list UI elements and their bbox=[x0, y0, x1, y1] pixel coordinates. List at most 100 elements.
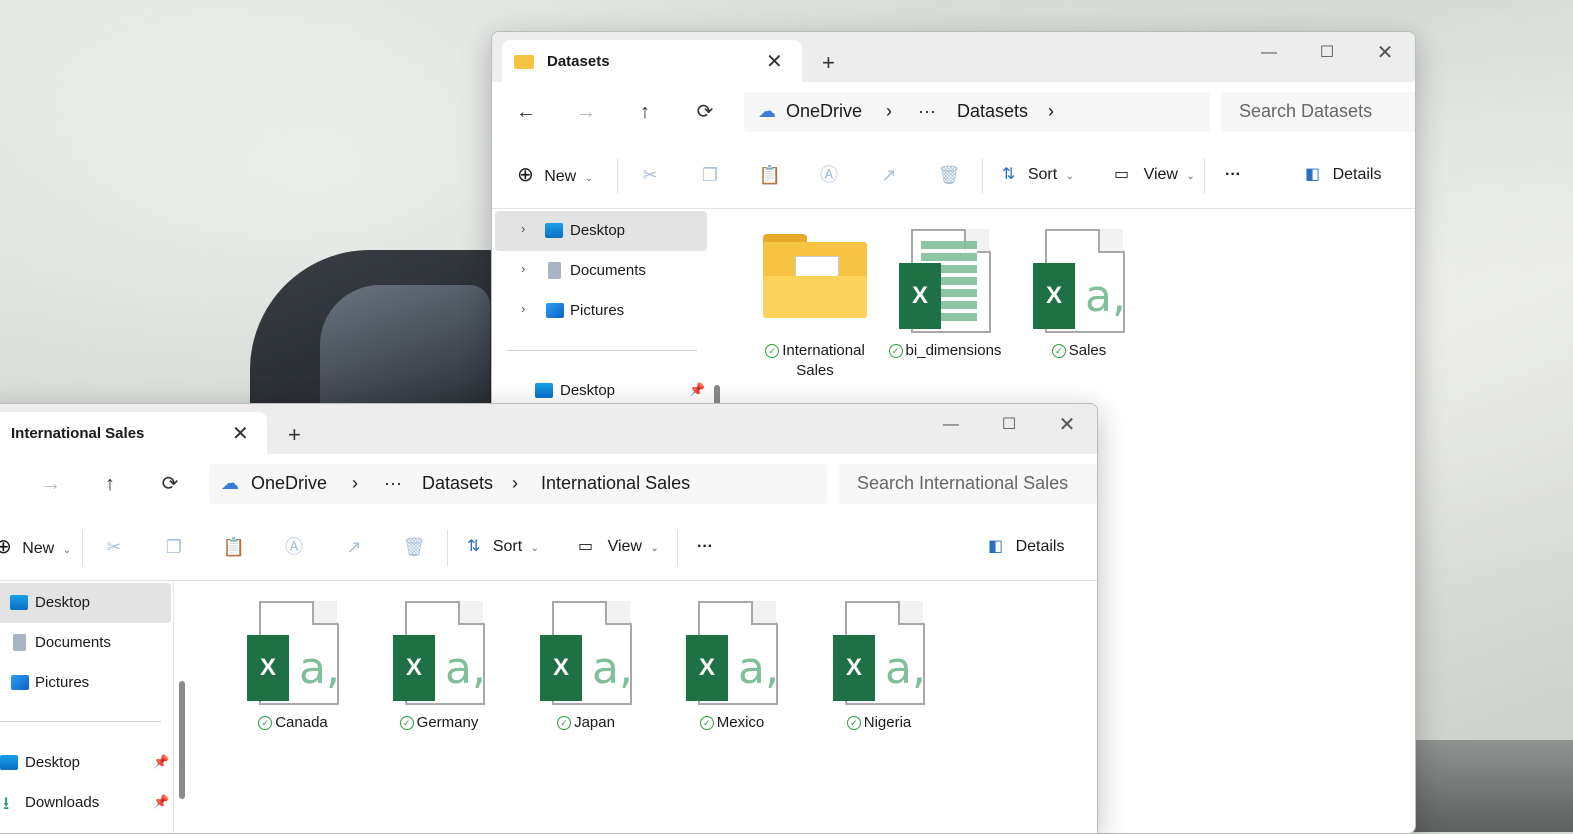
file-item[interactable]: X ✓ bi_dimensions bbox=[885, 229, 1005, 379]
maximize-button[interactable]: ☐ bbox=[1298, 38, 1356, 68]
details-label: Details bbox=[1015, 538, 1065, 555]
folder-front bbox=[763, 276, 867, 318]
tab-international-sales[interactable]: International Sales ✕ bbox=[0, 412, 267, 454]
cut-icon[interactable]: ✂ bbox=[99, 532, 129, 562]
up-button[interactable]: ↑ bbox=[629, 96, 661, 128]
close-tab-icon[interactable]: ✕ bbox=[232, 421, 249, 446]
sidebar-item-pictures[interactable]: › Pictures bbox=[495, 291, 707, 331]
search-input[interactable]: Search International Sales bbox=[839, 464, 1097, 504]
refresh-button[interactable]: ⟳ bbox=[154, 468, 186, 500]
wallpaper-car-window bbox=[320, 285, 490, 405]
quick-access-downloads[interactable]: ⭳ Downloads 📌 bbox=[0, 783, 171, 823]
sort-button[interactable]: ⇅ Sort ⌄ bbox=[467, 532, 539, 562]
details-button[interactable]: ◧ Details bbox=[988, 532, 1064, 562]
close-window-button[interactable]: ✕ bbox=[1038, 410, 1096, 440]
sidebar-item-desktop[interactable]: › Desktop bbox=[495, 211, 707, 251]
chevron-right-icon[interactable]: › bbox=[521, 301, 525, 316]
delete-icon[interactable]: 🗑 bbox=[934, 160, 964, 190]
breadcrumb-onedrive[interactable]: OneDrive bbox=[786, 101, 862, 122]
chevron-right-icon: › bbox=[512, 473, 518, 493]
breadcrumb-international-sales[interactable]: International Sales bbox=[541, 473, 690, 494]
minimize-button[interactable]: — bbox=[1240, 38, 1298, 68]
breadcrumb-ellipsis[interactable]: ··· bbox=[384, 473, 402, 494]
quick-access-desktop[interactable]: Desktop 📌 bbox=[0, 743, 171, 783]
new-button[interactable]: ⊕ New ⌄ bbox=[0, 532, 71, 562]
new-button[interactable]: ⊕ New ⌄ bbox=[517, 160, 593, 190]
up-button[interactable]: ↑ bbox=[94, 468, 126, 500]
sync-check-icon: ✓ bbox=[765, 344, 780, 358]
breadcrumb-datasets[interactable]: Datasets bbox=[957, 101, 1028, 122]
more-options-button[interactable]: ··· bbox=[697, 532, 713, 562]
chevron-down-icon: ⌄ bbox=[584, 173, 594, 184]
pin-icon[interactable]: 📌 bbox=[153, 754, 169, 770]
chevron-down-icon: ⌄ bbox=[1065, 171, 1075, 182]
pictures-icon bbox=[11, 675, 29, 690]
excel-icon: X bbox=[686, 635, 728, 701]
csv-glyph-icon: a, bbox=[592, 643, 633, 694]
search-input[interactable]: Search Datasets bbox=[1221, 92, 1415, 132]
paste-icon[interactable]: 📋 bbox=[755, 160, 785, 190]
back-button[interactable]: ← bbox=[510, 96, 542, 128]
address-bar[interactable]: ☁ OneDrive › ··· Datasets › Internationa… bbox=[209, 464, 827, 504]
new-tab-button[interactable]: + bbox=[822, 50, 835, 76]
maximize-button[interactable]: ☐ bbox=[980, 410, 1038, 440]
sidebar-item-desktop[interactable]: Desktop bbox=[0, 583, 171, 623]
file-item[interactable]: X a, ✓ Japan bbox=[526, 601, 646, 751]
file-item[interactable]: X a, ✓ Germany bbox=[379, 601, 499, 751]
more-options-button[interactable]: ··· bbox=[1225, 160, 1241, 190]
breadcrumb-onedrive[interactable]: OneDrive bbox=[251, 473, 327, 494]
share-icon[interactable]: ↗ bbox=[339, 532, 369, 562]
folder-item[interactable]: ✓ International Sales bbox=[755, 229, 875, 379]
scrollbar[interactable] bbox=[179, 681, 185, 799]
rename-icon[interactable]: Ⓐ bbox=[279, 532, 309, 562]
chevron-right-icon[interactable]: › bbox=[1048, 101, 1054, 122]
paste-icon[interactable]: 📋 bbox=[219, 532, 249, 562]
breadcrumb-ellipsis[interactable]: ··· bbox=[918, 101, 936, 122]
refresh-button[interactable]: ⟳ bbox=[689, 96, 721, 128]
pane-divider bbox=[173, 581, 174, 833]
sidebar-item-documents[interactable]: › Documents bbox=[495, 251, 707, 291]
rename-icon[interactable]: Ⓐ bbox=[814, 160, 844, 190]
file-page-fold bbox=[1098, 229, 1123, 253]
pin-icon[interactable]: 📌 bbox=[689, 382, 705, 398]
sort-button[interactable]: ⇅ Sort ⌄ bbox=[1002, 160, 1074, 190]
breadcrumb-datasets[interactable]: Datasets bbox=[422, 473, 493, 494]
file-item[interactable]: X a, ✓ Canada bbox=[233, 601, 353, 751]
delete-icon[interactable]: 🗑 bbox=[399, 532, 429, 562]
details-button[interactable]: ◧ Details bbox=[1305, 160, 1381, 190]
wallpaper-floor bbox=[1400, 740, 1573, 832]
file-item[interactable]: X a, ✓ Nigeria bbox=[819, 601, 939, 751]
sidebar-item-pictures[interactable]: Pictures bbox=[0, 663, 171, 703]
view-button[interactable]: ▭ View ⌄ bbox=[578, 532, 659, 562]
tab-datasets[interactable]: Datasets ✕ bbox=[502, 40, 802, 82]
close-tab-icon[interactable]: ✕ bbox=[766, 49, 783, 74]
details-pane-icon: ◧ bbox=[1305, 166, 1321, 183]
view-button[interactable]: ▭ View ⌄ bbox=[1114, 160, 1195, 190]
new-label: New bbox=[22, 540, 55, 557]
chevron-right-icon[interactable]: › bbox=[521, 261, 525, 276]
sync-check-icon: ✓ bbox=[888, 344, 903, 358]
file-item[interactable]: X a, ✓ Sales bbox=[1019, 229, 1139, 379]
search-placeholder: Search Datasets bbox=[1239, 101, 1373, 121]
share-icon[interactable]: ↗ bbox=[874, 160, 904, 190]
pictures-icon bbox=[546, 303, 564, 318]
file-item[interactable]: X a, ✓ Mexico bbox=[672, 601, 792, 751]
copy-icon[interactable]: ❐ bbox=[695, 160, 725, 190]
chevron-right-icon[interactable]: › bbox=[521, 221, 525, 236]
cut-icon[interactable]: ✂ bbox=[635, 160, 665, 190]
close-window-button[interactable]: ✕ bbox=[1356, 38, 1414, 68]
forward-button[interactable]: → bbox=[570, 96, 602, 128]
explorer-window-international-sales[interactable]: International Sales ✕ + — ☐ ✕ → ↑ ⟳ ☁ On… bbox=[0, 403, 1098, 834]
sort-label: Sort bbox=[1027, 166, 1058, 183]
minimize-button[interactable]: — bbox=[922, 410, 980, 440]
pin-icon[interactable]: 📌 bbox=[153, 794, 169, 810]
new-tab-button[interactable]: + bbox=[288, 422, 301, 448]
copy-icon[interactable]: ❐ bbox=[159, 532, 189, 562]
sort-icon: ⇅ bbox=[467, 538, 481, 555]
sidebar-item-documents[interactable]: Documents bbox=[0, 623, 171, 663]
forward-button[interactable]: → bbox=[35, 468, 67, 500]
chevron-down-icon: ⌄ bbox=[650, 543, 659, 554]
address-bar[interactable]: ☁ OneDrive › ··· Datasets › bbox=[744, 92, 1210, 132]
sync-check-icon: ✓ bbox=[699, 716, 714, 730]
file-page-fold bbox=[898, 601, 923, 625]
